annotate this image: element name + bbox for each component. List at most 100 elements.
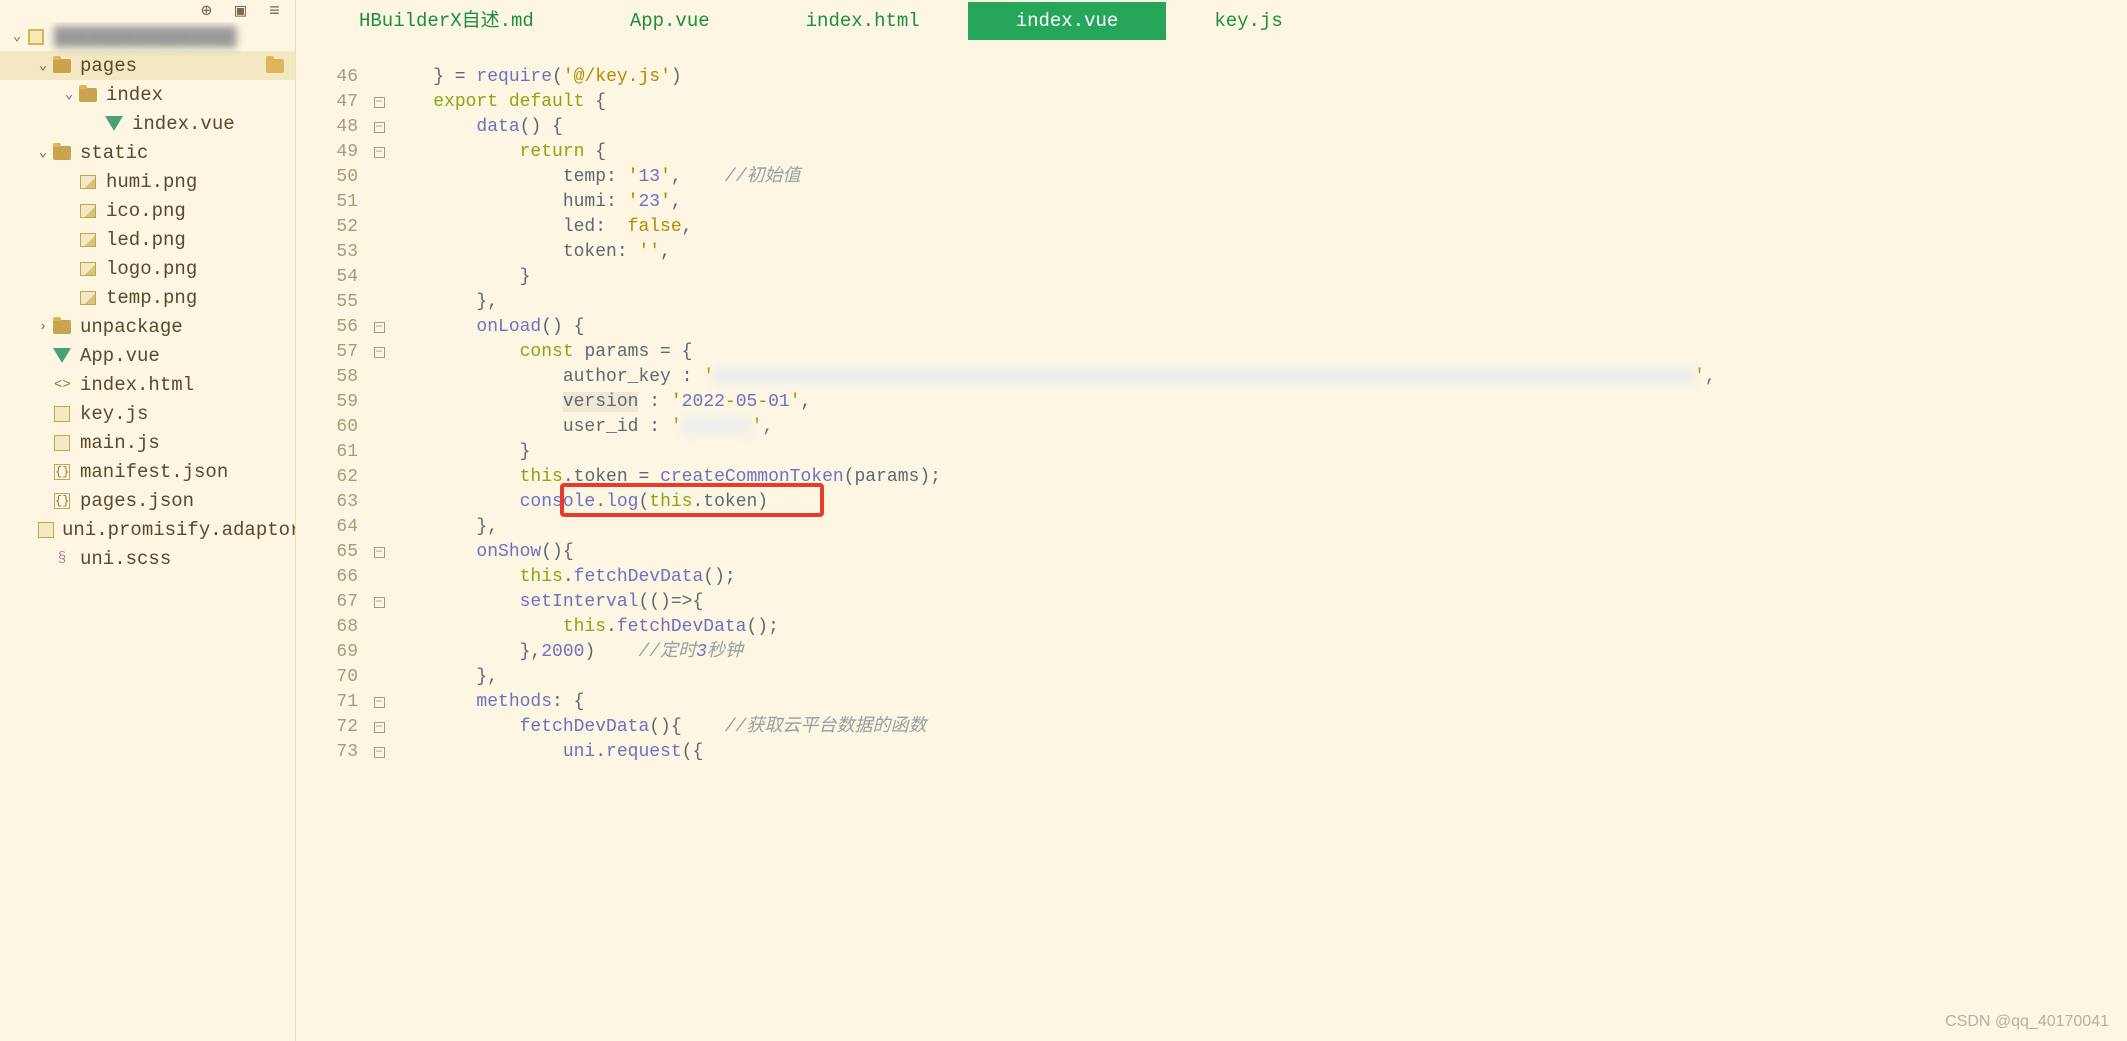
line-number: 65 [296,540,368,565]
fold-marker[interactable]: − [368,590,390,615]
target-icon[interactable]: ⊕ [201,3,217,19]
line-number: 60 [296,415,368,440]
line-number: 62 [296,465,368,490]
code-content[interactable]: } = require('@/key.js') export default {… [390,40,2127,1041]
watermark-text: CSDN @qq_40170041 [1945,1013,2109,1031]
sidebar-toggle-icon[interactable]: ▣ [235,3,251,19]
code-line-47[interactable]: export default { [390,90,2127,115]
fold-marker[interactable]: − [368,540,390,565]
tree-item-index-html[interactable]: <>index.html [0,370,295,399]
code-line-51[interactable]: humi: '23', [390,190,2127,215]
code-line-72[interactable]: fetchDevData(){ //获取云平台数据的函数 [390,715,2127,740]
chevron-down-icon: ⌄ [36,57,50,74]
tree-item-label: logo.png [106,258,197,280]
code-line-49[interactable]: return { [390,140,2127,165]
code-line-52[interactable]: led: false, [390,215,2127,240]
code-line-53[interactable]: token: '', [390,240,2127,265]
tab-app-vue[interactable]: App.vue [582,2,758,40]
code-area[interactable]: 4647484950515253545556575859606162636465… [296,40,2127,1041]
tree-item-label: temp.png [106,287,197,309]
code-line-55[interactable]: }, [390,290,2127,315]
file-tree[interactable]: ⌄ ████████████████ ⌄pages⌄indexindex.vue… [0,22,295,1041]
tree-item-static[interactable]: ⌄static [0,138,295,167]
tree-item-label: unpackage [80,316,183,338]
code-line-66[interactable]: this.fetchDevData(); [390,565,2127,590]
tab-key-js[interactable]: key.js [1166,2,1330,40]
fold-marker [368,390,390,415]
fold-marker[interactable]: − [368,115,390,140]
code-line-58[interactable]: author_key : '', [390,365,2127,390]
code-line-65[interactable]: onShow(){ [390,540,2127,565]
fold-marker[interactable]: − [368,90,390,115]
chevron-down-icon: ⌄ [62,86,76,103]
line-number: 71 [296,690,368,715]
code-line-59[interactable]: version : '2022-05-01', [390,390,2127,415]
tree-item-label: key.js [80,403,148,425]
tree-root[interactable]: ⌄ ████████████████ [0,22,295,51]
code-line-46[interactable]: } = require('@/key.js') [390,65,2127,90]
tree-item-key-js[interactable]: key.js [0,399,295,428]
tab-index-vue[interactable]: index.vue [968,2,1167,40]
folder-icon [52,317,72,337]
tree-item-pages-json[interactable]: {}pages.json [0,486,295,515]
line-number: 57 [296,340,368,365]
tree-item-label: main.js [80,432,160,454]
code-line-73[interactable]: uni.request({ [390,740,2127,765]
tree-item-main-js[interactable]: main.js [0,428,295,457]
menu-icon[interactable]: ≡ [269,3,285,19]
fold-marker [368,65,390,90]
code-line-71[interactable]: methods: { [390,690,2127,715]
tree-item-ico-png[interactable]: ico.png [0,196,295,225]
fold-marker[interactable]: − [368,715,390,740]
tree-item-label: pages.json [80,490,194,512]
tree-item-manifest-json[interactable]: {}manifest.json [0,457,295,486]
code-line-56[interactable]: onLoad() { [390,315,2127,340]
tree-item-humi-png[interactable]: humi.png [0,167,295,196]
code-line-67[interactable]: setInterval(()=>{ [390,590,2127,615]
fold-marker[interactable]: − [368,690,390,715]
fold-marker[interactable]: − [368,140,390,165]
tree-item-unpackage[interactable]: ›unpackage [0,312,295,341]
fold-marker [368,290,390,315]
tree-item-pages[interactable]: ⌄pages [0,51,295,80]
code-line-64[interactable]: }, [390,515,2127,540]
tree-item-temp-png[interactable]: temp.png [0,283,295,312]
tab-index-html[interactable]: index.html [758,2,968,40]
image-icon [78,259,98,279]
line-number: 63 [296,490,368,515]
line-number: 69 [296,640,368,665]
tree-item-label: App.vue [80,345,160,367]
code-line-48[interactable]: data() { [390,115,2127,140]
fold-marker[interactable]: − [368,315,390,340]
fold-marker [368,565,390,590]
tree-item-led-png[interactable]: led.png [0,225,295,254]
fold-marker [368,415,390,440]
code-line-57[interactable]: const params = { [390,340,2127,365]
line-number: 46 [296,65,368,90]
code-line-70[interactable]: }, [390,665,2127,690]
line-number: 51 [296,190,368,215]
line-number: 61 [296,440,368,465]
tree-item-app-vue[interactable]: App.vue [0,341,295,370]
code-line-68[interactable]: this.fetchDevData(); [390,615,2127,640]
code-line-50[interactable]: temp: '13', //初始值 [390,165,2127,190]
editor-tabs: HBuilderX自述.mdApp.vueindex.htmlindex.vue… [296,0,2127,40]
code-line-54[interactable]: } [390,265,2127,290]
tree-item-label: uni.scss [80,548,171,570]
folder-icon [52,143,72,163]
fold-marker[interactable]: − [368,740,390,765]
code-line-69[interactable]: },2000) //定时3秒钟 [390,640,2127,665]
fold-marker [368,615,390,640]
fold-marker [368,490,390,515]
tab-hbuilderx-md[interactable]: HBuilderX自述.md [311,0,582,40]
fold-marker [368,215,390,240]
tree-item-logo-png[interactable]: logo.png [0,254,295,283]
line-number: 58 [296,365,368,390]
tree-item-index-vue[interactable]: index.vue [0,109,295,138]
tree-item-uni-promisify-adaptor-js[interactable]: uni.promisify.adaptor.js [0,515,295,544]
code-line-60[interactable]: user_id : '', [390,415,2127,440]
fold-marker[interactable]: − [368,340,390,365]
tree-item-uni-scss[interactable]: §uni.scss [0,544,295,573]
code-line-61[interactable]: } [390,440,2127,465]
tree-item-index[interactable]: ⌄index [0,80,295,109]
